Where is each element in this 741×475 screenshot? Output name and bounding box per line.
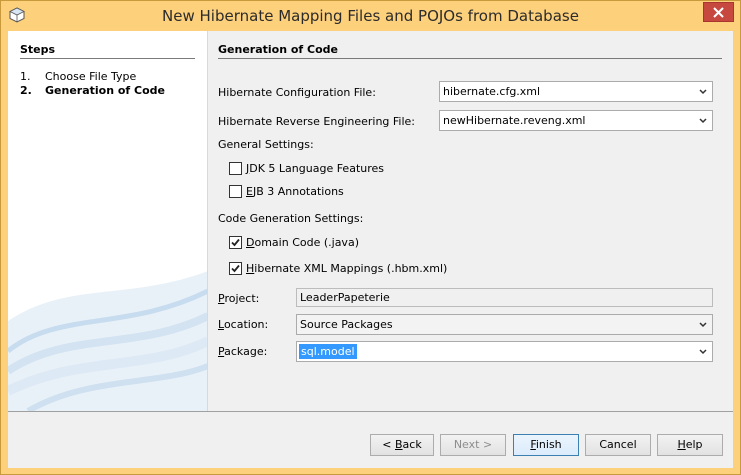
wave-decoration (8, 271, 207, 411)
back-button[interactable]: < Back (370, 434, 434, 456)
xml-mappings-label: Hibernate XML Mappings (.hbm.xml) (246, 262, 448, 275)
steps-divider (20, 58, 195, 59)
code-generation-label: Code Generation Settings: (218, 212, 364, 225)
step-number: 2. (20, 84, 32, 97)
location-value: Source Packages (300, 318, 393, 331)
package-label: Package: (218, 345, 268, 358)
jdk5-checkbox-row[interactable]: JDK 5 Language Features (229, 162, 384, 175)
chevron-down-icon (699, 118, 707, 124)
xml-mappings-checkbox-row[interactable]: Hibernate XML Mappings (.hbm.xml) (229, 262, 447, 275)
location-label: Location: (218, 318, 269, 331)
package-combo[interactable]: sql.model (296, 341, 713, 362)
window-title: New Hibernate Mapping Files and POJOs fr… (162, 7, 579, 25)
config-file-value: hibernate.cfg.xml (443, 85, 541, 98)
section-title: Generation of Code (218, 43, 339, 56)
close-icon (713, 6, 724, 18)
step-label: Choose File Type (45, 70, 137, 83)
reveng-file-value: newHibernate.reveng.xml (443, 114, 586, 127)
jdk5-checkbox[interactable] (229, 162, 242, 175)
title-bar[interactable]: New Hibernate Mapping Files and POJOs fr… (1, 1, 740, 31)
step-item-2: 2. Generation of Code (20, 84, 165, 97)
reveng-file-label: Hibernate Reverse Engineering File: (218, 115, 416, 128)
checkmark-icon (231, 238, 240, 247)
chevron-down-icon (699, 349, 707, 355)
domain-code-label: Domain Code (.java) (246, 236, 359, 249)
project-label: Project: (218, 292, 260, 305)
package-value[interactable]: sql.model (299, 344, 357, 359)
project-value: LeaderPapeterie (300, 291, 390, 304)
steps-panel: Steps 1. Choose File Type 2. Generation of… (8, 31, 208, 411)
chevron-down-icon (699, 89, 707, 95)
config-file-label: Hibernate Configuration File: (218, 86, 376, 99)
ejb3-checkbox[interactable] (229, 185, 242, 198)
reveng-file-combo[interactable]: newHibernate.reveng.xml (439, 110, 713, 131)
domain-code-checkbox[interactable] (229, 236, 242, 249)
general-settings-label: General Settings: (218, 138, 314, 151)
steps-heading: Steps (20, 43, 56, 56)
chevron-down-icon (699, 322, 707, 328)
project-field: LeaderPapeterie (296, 288, 713, 307)
section-divider (218, 58, 722, 59)
step-item-1: 1. Choose File Type (20, 70, 136, 83)
ejb3-label: EJB 3 Annotations (246, 185, 344, 198)
xml-mappings-checkbox[interactable] (229, 262, 242, 275)
ejb3-checkbox-row[interactable]: EJB 3 Annotations (229, 185, 344, 198)
checkmark-icon (231, 264, 240, 273)
next-button[interactable]: Next > (440, 434, 506, 456)
location-combo[interactable]: Source Packages (296, 314, 713, 335)
close-button[interactable] (703, 2, 734, 22)
help-button[interactable]: Help (657, 434, 723, 456)
jdk5-label: JDK 5 Language Features (246, 162, 385, 175)
dialog-content: Steps 1. Choose File Type 2. Generation of… (8, 31, 733, 468)
step-number: 1. (20, 70, 31, 83)
step-label: Generation of Code (45, 84, 166, 97)
dialog-window: New Hibernate Mapping Files and POJOs fr… (0, 0, 741, 475)
domain-code-checkbox-row[interactable]: Domain Code (.java) (229, 236, 359, 249)
cancel-button[interactable]: Cancel (585, 434, 651, 456)
finish-button[interactable]: Finish (513, 434, 579, 456)
footer-divider (8, 411, 733, 412)
config-file-combo[interactable]: hibernate.cfg.xml (439, 81, 713, 102)
